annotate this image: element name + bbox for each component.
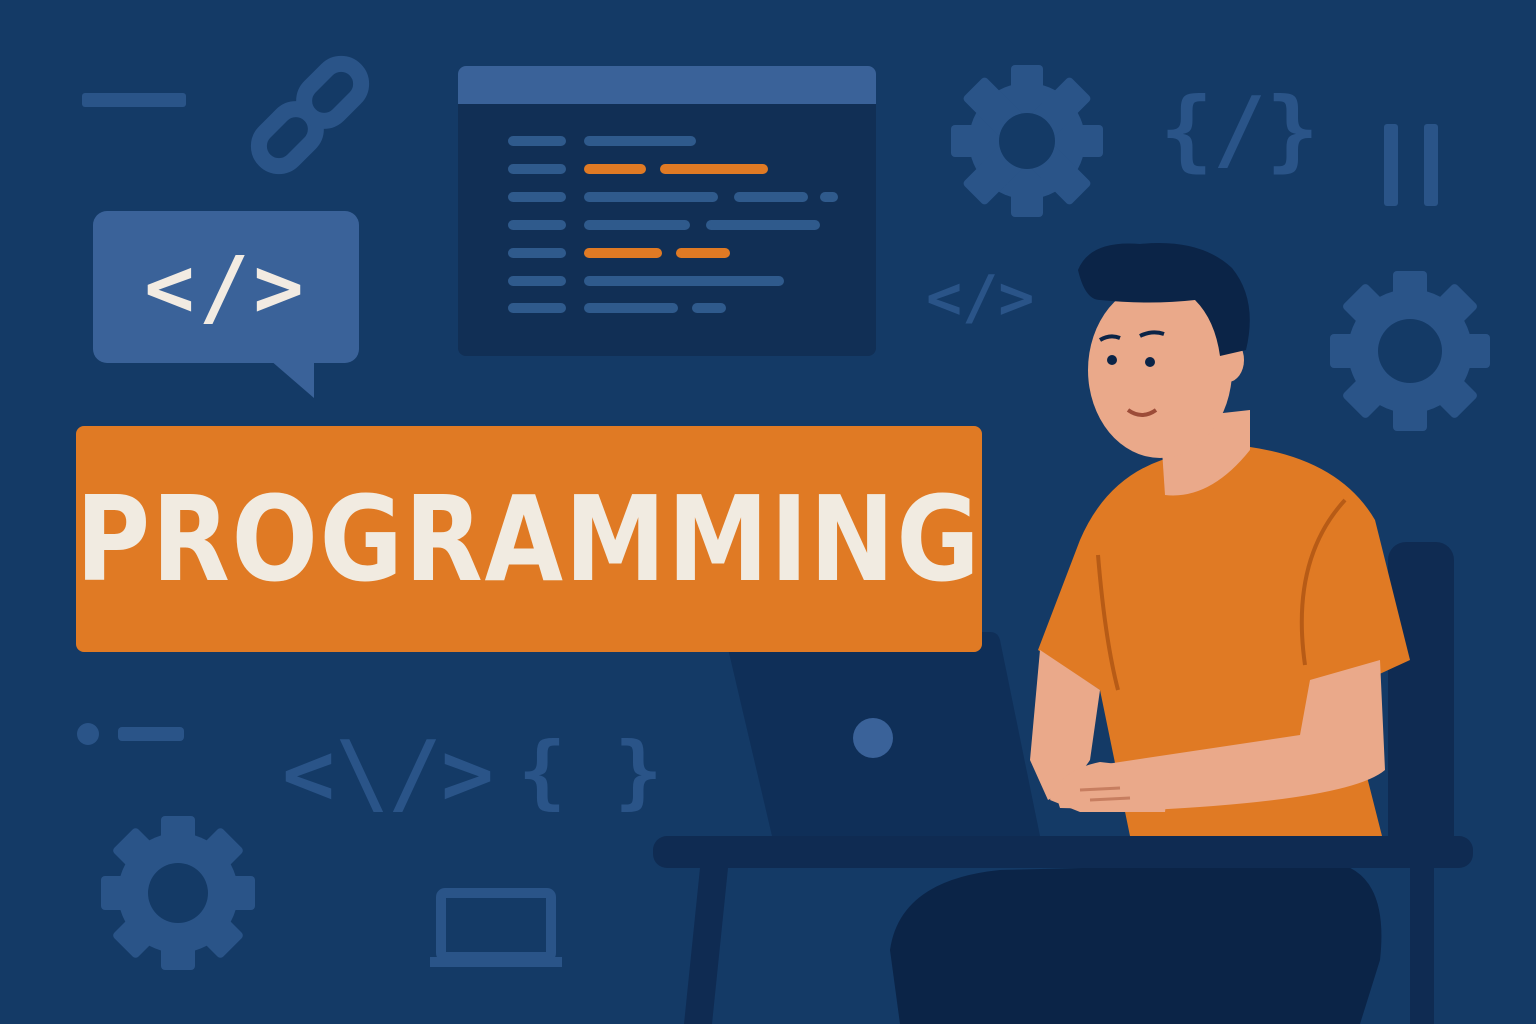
gear-icon [101, 816, 255, 970]
code-tag-decoration: <\/> [282, 722, 494, 825]
bar-decoration [1384, 124, 1398, 206]
person-legs [890, 862, 1382, 1024]
chair-back [1388, 542, 1454, 862]
braces-decoration: {/} [1160, 78, 1319, 181]
code-tag-decoration: </> [926, 263, 1035, 333]
dash-decoration [118, 727, 184, 741]
code-bubble-tail [270, 360, 314, 398]
page-title: PROGRAMMING [76, 470, 982, 608]
laptop-icon [430, 888, 562, 967]
code-bubble: </> [93, 211, 359, 363]
bar-decoration [1424, 124, 1438, 206]
laptop-logo [853, 718, 893, 758]
person-eye [1107, 355, 1117, 365]
link-icon [250, 55, 370, 175]
braces-decoration: { } [518, 725, 663, 818]
dot-decoration [77, 723, 99, 745]
chair-leg [1410, 860, 1434, 1024]
illustration-canvas: </> </> <\/> { } {/} PROGRAMMING [0, 0, 1536, 1024]
code-tag-text: </> [144, 238, 308, 336]
gear-icon [951, 65, 1103, 217]
dash-decoration [82, 93, 186, 107]
gear-icon [1330, 271, 1490, 431]
person-eye [1145, 357, 1155, 367]
code-editor-window [458, 66, 876, 356]
title-banner: PROGRAMMING [76, 426, 982, 652]
desk-leg [684, 868, 728, 1024]
desk-top [653, 836, 1473, 868]
